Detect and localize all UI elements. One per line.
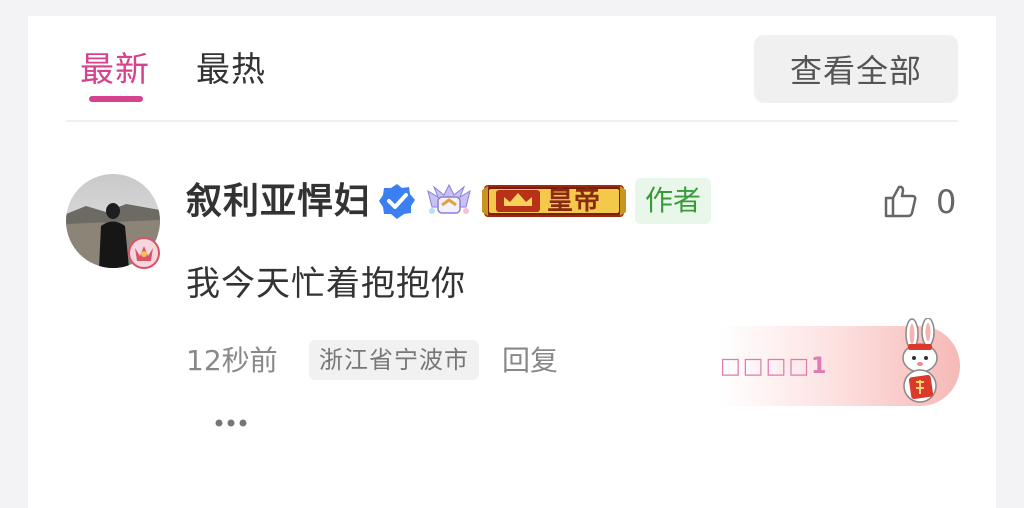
username[interactable]: 叙利亚悍妇 bbox=[186, 180, 371, 224]
emperor-badge-label: 皇帝 bbox=[547, 186, 602, 216]
view-all-button[interactable]: 查看全部 bbox=[754, 35, 958, 103]
tab-hot[interactable]: 最热 bbox=[196, 50, 266, 90]
reply-button[interactable]: 回复 bbox=[502, 342, 558, 380]
more-options-icon[interactable] bbox=[214, 414, 248, 427]
like-count: 0 bbox=[936, 183, 957, 221]
rabbit-decoration-icon bbox=[888, 317, 958, 406]
tab-latest[interactable]: 最新 bbox=[80, 50, 150, 90]
active-tab-indicator bbox=[89, 96, 143, 102]
level-badge-icon bbox=[426, 183, 472, 219]
avatar-rank-badge-icon bbox=[127, 236, 161, 270]
divider bbox=[66, 120, 958, 122]
author-tag: 作者 bbox=[635, 178, 711, 224]
decoration-text: □□□□1 bbox=[720, 354, 829, 379]
comment-text[interactable]: 我今天忙着抱抱你 bbox=[186, 262, 466, 306]
location-tag: 浙江省宁波市 bbox=[309, 340, 479, 380]
verified-icon bbox=[378, 182, 416, 220]
like-thumb-icon[interactable] bbox=[882, 183, 918, 219]
top-strip bbox=[0, 0, 1024, 16]
comment-time: 12秒前 bbox=[186, 344, 278, 377]
